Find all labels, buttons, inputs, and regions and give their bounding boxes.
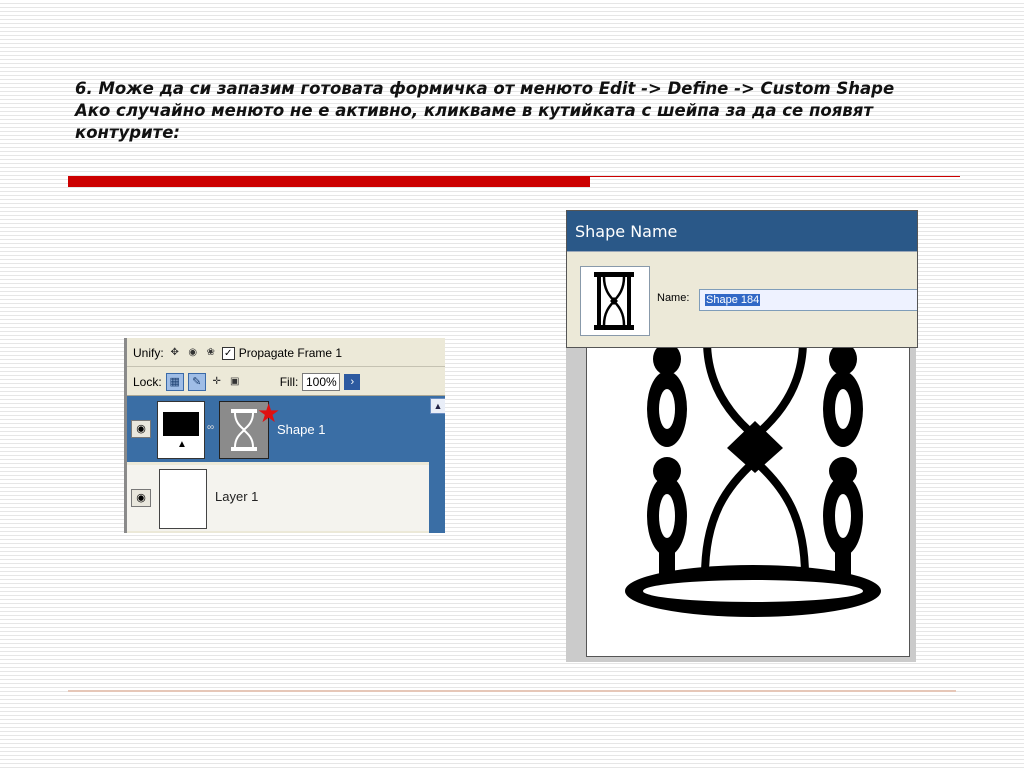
- lock-label: Lock:: [133, 375, 162, 389]
- shape-name-input[interactable]: Shape 184: [699, 289, 917, 311]
- chevron-right-icon[interactable]: ›: [344, 374, 361, 390]
- propagate-checkbox[interactable]: ✓: [221, 346, 235, 360]
- hourglass-icon: [594, 272, 634, 330]
- unify-label: Unify:: [133, 346, 164, 360]
- name-label: Name:: [657, 292, 690, 304]
- unify-visibility-icon[interactable]: ◉: [186, 346, 200, 360]
- hourglass-artwork: [625, 341, 881, 617]
- layer-row-layer-1[interactable]: ◉ Layer 1: [127, 465, 429, 531]
- propagate-label: Propagate Frame 1: [238, 346, 343, 360]
- hourglass-icon: [231, 409, 257, 451]
- layer-name: Shape 1: [277, 422, 326, 437]
- shape-name-value: Shape 184: [705, 294, 761, 306]
- layer-name: Layer 1: [215, 489, 259, 504]
- shape-name-dialog: Shape Name Name: Shape 184: [566, 210, 918, 348]
- lock-brush-icon[interactable]: ✎: [187, 373, 206, 391]
- slide-heading: 6. Може да си запазим готовата формичка …: [75, 78, 955, 144]
- move-icon[interactable]: ✛: [210, 375, 224, 389]
- dialog-title: Shape Name: [575, 222, 678, 241]
- heading-line-1: 6. Може да си запазим готовата формичка …: [75, 79, 895, 98]
- unify-row: Unify: ✥ ◉ ❀ ✓ Propagate Frame 1: [133, 344, 342, 362]
- fill-input[interactable]: 100%: [302, 373, 341, 391]
- layers-scrollbar[interactable]: ▲: [429, 396, 445, 533]
- lock-transparency-icon[interactable]: ▦: [165, 373, 184, 391]
- lock-row: Lock: ▦ ✎ ✛ ▣ Fill: 100% ›: [133, 372, 361, 392]
- fill-label: Fill:: [279, 375, 299, 389]
- layers-panel: Unify: ✥ ◉ ❀ ✓ Propagate Frame 1 Lock: ▦…: [124, 338, 445, 533]
- heading-line-2: Ако случайно менюто не е активно, кликва…: [75, 101, 873, 142]
- panel-separator: [127, 366, 445, 367]
- bottom-divider: [68, 690, 956, 692]
- eye-icon[interactable]: ◉: [131, 420, 151, 438]
- lock-icon[interactable]: ▣: [228, 375, 242, 389]
- layer-thumbnail: ▲: [157, 401, 205, 459]
- link-icon[interactable]: ∞: [207, 422, 214, 433]
- shape-preview: [580, 266, 650, 336]
- thin-divider: [590, 176, 960, 177]
- unify-position-icon[interactable]: ✥: [168, 346, 182, 360]
- unify-style-icon[interactable]: ❀: [204, 346, 218, 360]
- red-divider: [68, 176, 590, 187]
- chevron-up-icon[interactable]: ▲: [430, 398, 445, 414]
- dialog-titlebar[interactable]: Shape Name: [567, 211, 917, 251]
- document-canvas: [586, 340, 910, 657]
- eye-icon[interactable]: ◉: [131, 489, 151, 507]
- layer-row-shape-1[interactable]: ◉ ▲ ∞ ★ Shape 1: [127, 396, 429, 462]
- dialog-body: Name: Shape 184: [567, 251, 917, 347]
- layer-thumbnail: [159, 469, 207, 529]
